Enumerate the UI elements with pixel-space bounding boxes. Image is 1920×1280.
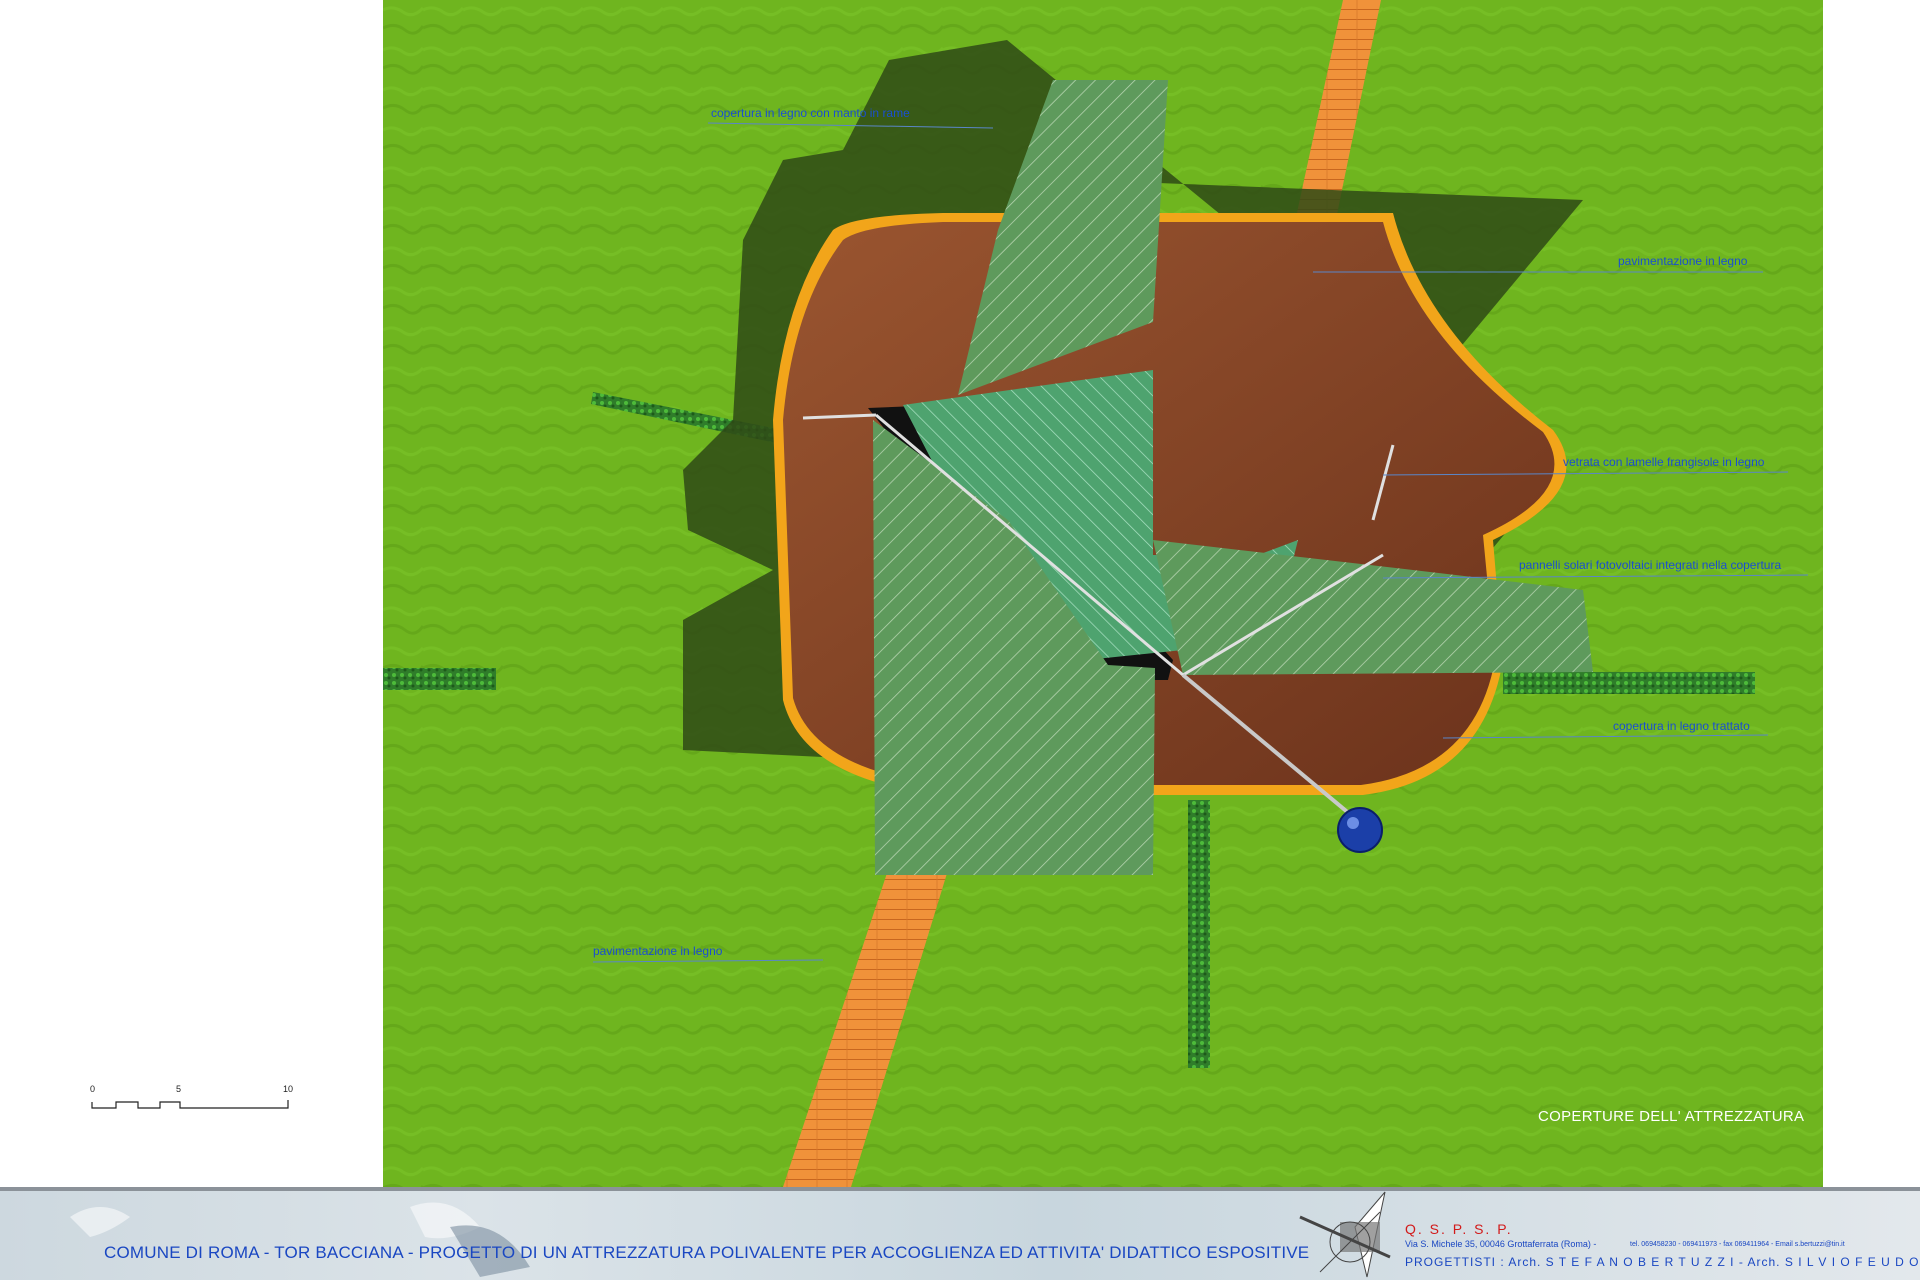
roof-plan-drawing — [383, 0, 1823, 1187]
firm-name: Q. S. P. S. P. — [1405, 1221, 1513, 1237]
firm-address: Via S. Michele 35, 00046 Grottaferrata (… — [1405, 1239, 1597, 1249]
blue-sphere — [1337, 807, 1383, 853]
site-plan: copertura in legno con manto in rame pav… — [383, 0, 1823, 1187]
label-wood-paving-bottom: pavimentazione in legno — [593, 944, 723, 958]
hedge-row-east — [1503, 672, 1755, 694]
hedge-row-west — [383, 668, 496, 690]
scale-bar: 0 5 10 — [90, 1084, 300, 1118]
scale-bar-graphic — [91, 1100, 289, 1109]
label-wood-paving-top: pavimentazione in legno — [1618, 254, 1748, 268]
sphere-highlight — [1347, 817, 1359, 829]
drawing-sheet: copertura in legno con manto in rame pav… — [0, 0, 1920, 1280]
designers-credit: PROGETTISTI : Arch. S T E F A N O B E R … — [1405, 1255, 1920, 1269]
compass-logo-icon — [1299, 1191, 1391, 1278]
label-glazing: vetrata con lamelle frangisole in legno — [1563, 455, 1765, 469]
firm-contacts: tel. 069458230 - 069411973 - fax 0694119… — [1630, 1241, 1845, 1248]
bird-photo-background — [70, 1202, 530, 1277]
hedge-row-south — [1188, 800, 1210, 1068]
sheet-title: COPERTURE DELL' ATTREZZATURA — [1538, 1108, 1805, 1125]
firm-logo — [1295, 1187, 1395, 1280]
label-solar-panels: pannelli solari fotovoltaici integrati n… — [1519, 558, 1782, 572]
label-copper-roof: copertura in legno con manto in rame — [711, 106, 910, 120]
project-title: COMUNE DI ROMA - TOR BACCIANA - PROGETTO… — [104, 1243, 1310, 1262]
label-treated-wood-roof: copertura in legno trattato — [1613, 719, 1750, 733]
title-block: COMUNE DI ROMA - TOR BACCIANA - PROGETTO… — [0, 1187, 1920, 1280]
